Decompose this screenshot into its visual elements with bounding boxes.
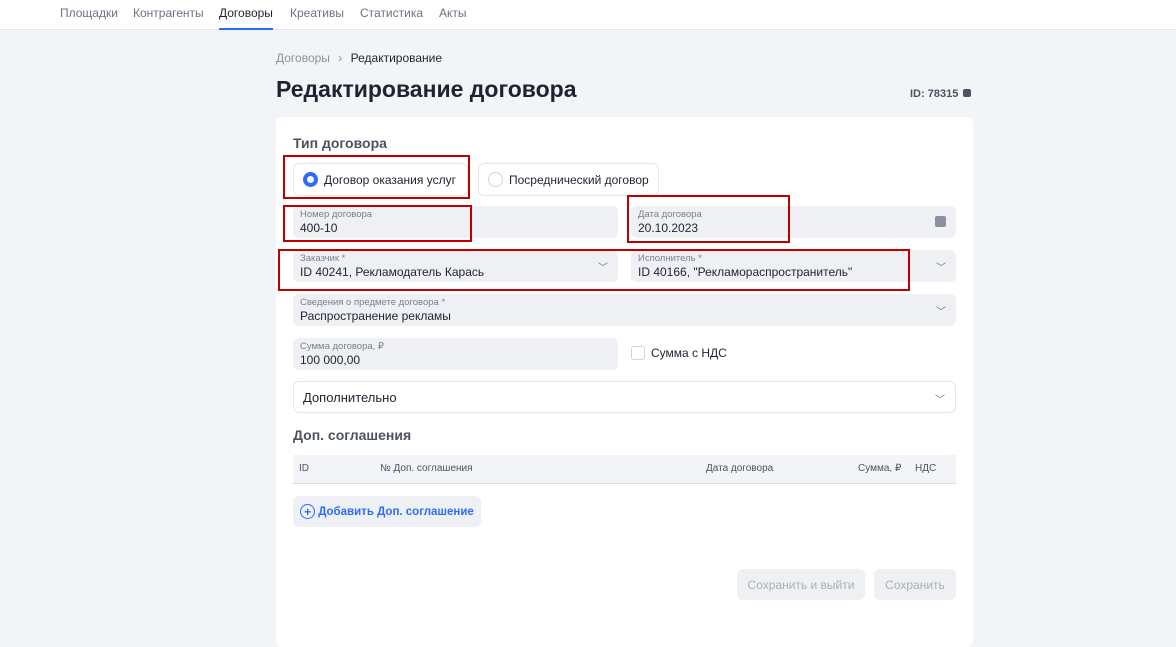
radio-label: Посреднический договор — [509, 172, 649, 187]
radio-unselected-icon — [488, 172, 503, 187]
contract-id-text: ID: 78315 — [910, 88, 959, 100]
nav-contracts[interactable]: Договоры — [219, 6, 273, 30]
field-value: 100 000,00 — [300, 353, 361, 367]
chevron-down-icon: ﹀ — [936, 263, 946, 274]
nav-creatives[interactable]: Креативы — [290, 6, 344, 30]
column-vat: НДС — [915, 463, 937, 474]
column-number: № Доп. соглашения — [380, 463, 473, 474]
top-nav: Площадки Контрагенты Договоры Креативы С… — [0, 0, 1176, 30]
highlight-box — [627, 195, 790, 243]
agreements-table-header: ID № Доп. соглашения Дата договора Сумма… — [293, 455, 956, 484]
vat-checkbox[interactable]: Сумма с НДС — [631, 346, 727, 360]
chevron-down-icon: ﹀ — [935, 395, 945, 406]
add-agreement-button[interactable]: + Добавить Доп. соглашение — [293, 496, 481, 527]
copy-icon[interactable] — [963, 89, 972, 97]
subject-select[interactable]: Сведения о предмете договора * Распростр… — [293, 294, 956, 326]
additional-label: Дополнительно — [303, 390, 397, 405]
chevron-down-icon: ﹀ — [936, 307, 946, 318]
breadcrumb-separator-icon: › — [338, 51, 343, 65]
additional-section[interactable]: Дополнительно ﹀ — [293, 381, 956, 413]
nav-statistics[interactable]: Статистика — [360, 6, 423, 30]
save-button[interactable]: Сохранить — [874, 569, 956, 600]
checkbox-icon[interactable] — [631, 346, 645, 360]
column-sum: Сумма, ₽ — [858, 463, 902, 474]
breadcrumb-current: Редактирование — [350, 51, 443, 65]
column-id: ID — [299, 463, 309, 474]
contract-sum-field[interactable]: Сумма договора, ₽ 100 000,00 — [293, 338, 618, 370]
highlight-box — [278, 249, 910, 291]
page-title: Редактирование договора — [276, 76, 577, 102]
contract-id: ID: 78315 — [910, 88, 972, 100]
nav-acts[interactable]: Акты — [439, 6, 467, 30]
nav-platforms[interactable]: Площадки — [60, 6, 118, 30]
contract-type-heading: Тип договора — [293, 135, 387, 151]
field-value: Распространение рекламы — [300, 309, 451, 323]
plus-circle-icon: + — [300, 504, 316, 519]
radio-agency-contract[interactable]: Посреднический договор — [478, 163, 659, 196]
add-agreement-label: Добавить Доп. соглашение — [318, 505, 474, 518]
column-date: Дата договора — [706, 463, 774, 474]
breadcrumb-parent[interactable]: Договоры — [276, 51, 330, 65]
calendar-icon[interactable] — [935, 216, 946, 227]
highlight-box — [283, 155, 470, 199]
highlight-box — [283, 205, 472, 242]
agreements-heading: Доп. соглашения — [293, 427, 412, 443]
save-and-exit-button[interactable]: Сохранить и выйти — [737, 569, 865, 600]
vat-checkbox-label: Сумма с НДС — [651, 346, 727, 360]
nav-counterparties[interactable]: Контрагенты — [133, 6, 204, 30]
field-label: Сведения о предмете договора * — [300, 297, 446, 308]
field-label: Сумма договора, ₽ — [300, 341, 384, 352]
breadcrumb: Договоры › Редактирование — [276, 51, 442, 65]
